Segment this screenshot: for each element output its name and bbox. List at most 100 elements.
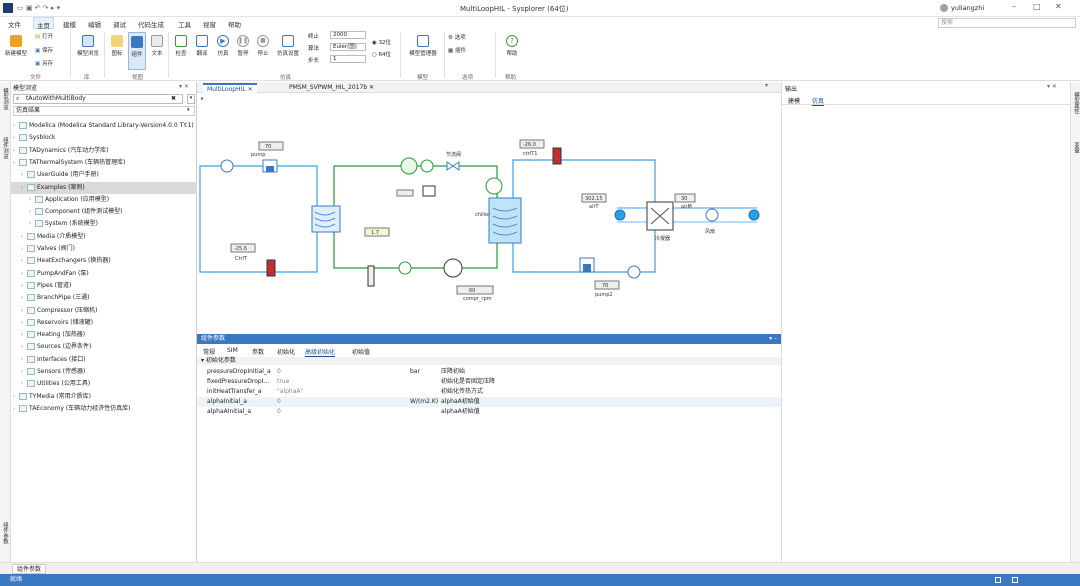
tree-item[interactable]: › BranchPipe (三通)	[11, 292, 197, 304]
tree-item[interactable]: › Compressor (压缩机)	[11, 305, 197, 317]
tree-item[interactable]: › TAEconomy (车辆动力经济性仿真库)	[11, 403, 197, 415]
model-manager-button[interactable]: 模型管理器	[405, 35, 441, 57]
param-value[interactable]: 0	[277, 397, 281, 407]
param-value[interactable]: 0	[277, 407, 281, 417]
param-row[interactable]: alphaAInitial_a 0 alphaA初始值	[197, 407, 781, 417]
tree-item[interactable]: › System (系统模型)	[11, 218, 197, 230]
maximize-button[interactable]: □	[1033, 2, 1041, 11]
menu-home[interactable]: 主页	[33, 17, 54, 30]
open-button[interactable]: ▤ 打开	[35, 32, 61, 40]
options-button[interactable]: ⚙ 选项	[448, 33, 490, 41]
close-button[interactable]: ✕	[1055, 2, 1062, 11]
translate-button[interactable]: 翻译	[193, 35, 211, 57]
model-browse-button[interactable]: 模型浏览	[75, 35, 101, 57]
menu-file[interactable]: 文件	[8, 19, 21, 29]
help-button[interactable]: ? 帮助	[502, 35, 522, 57]
tree-item[interactable]: › Sysblock	[11, 132, 197, 144]
menu-edit[interactable]: 编辑	[88, 19, 101, 29]
simulate-button[interactable]: ▶ 仿真	[214, 35, 232, 57]
sim-settings-button[interactable]: 仿真设置	[274, 35, 302, 57]
tab-initial-values[interactable]: 初始值	[352, 347, 370, 356]
step-input[interactable]: 1	[330, 55, 366, 63]
menu-debug[interactable]: 调试	[113, 19, 126, 29]
check-button[interactable]: 检查	[172, 35, 190, 57]
stop-time-input[interactable]: 2000	[330, 31, 366, 39]
menu-modeling[interactable]: 建模	[63, 19, 76, 29]
radio-64bit[interactable]: ○ 64位	[372, 50, 391, 58]
tree-item[interactable]: › Modelica (Modelica Standard Library-Ver…	[11, 120, 197, 132]
param-row[interactable]: fixedPressureDropI... true 初始化是否固定压降	[197, 377, 781, 387]
param-row[interactable]: initHeatTransfer_a "alphaA" 初始化传热方式	[197, 387, 781, 397]
menu-window[interactable]: 视窗	[203, 19, 216, 29]
tree-item[interactable]: › Utilities (公用工具)	[11, 378, 197, 390]
tree-item[interactable]: › Heating (加热器)	[11, 329, 197, 341]
tab-component-params-bottom[interactable]: 组件参数	[12, 564, 47, 574]
radio-32bit[interactable]: ◉ 32位	[372, 38, 391, 46]
tab-component-params[interactable]: 组件参数	[1, 522, 9, 544]
tree-item[interactable]: › TYMedia (常用介质库)	[11, 391, 197, 403]
tree-item[interactable]: › HeatExchangers (换热器)	[11, 255, 197, 267]
icon-view-button[interactable]: 图标	[108, 35, 126, 57]
tab-pmsm[interactable]: PMSM_SVPWM_HIL_2017b ✕	[285, 83, 378, 93]
menu-tools[interactable]: 工具	[178, 19, 191, 29]
tab-variables[interactable]: 变量	[1072, 142, 1080, 153]
status-icon-2[interactable]	[1012, 577, 1018, 583]
tab-sim[interactable]: SIM	[227, 347, 238, 354]
tree-item[interactable]: › TAThermalSystem (车辆热管理库)	[11, 157, 197, 169]
save-as-button[interactable]: ▣ 另存	[35, 59, 61, 67]
tree-item[interactable]: › Valves (阀门)	[11, 243, 197, 255]
quick-access-toolbar[interactable]: ▭ ▣ ↶ ↷ ▸ ▾	[17, 4, 60, 12]
params-section-header[interactable]: ▾ 初始化参数	[197, 357, 781, 365]
tree-item[interactable]: › Media (介质模型)	[11, 231, 197, 243]
tree-item[interactable]: › Sources (边界条件)	[11, 341, 197, 353]
param-row[interactable]: pressureDropInitial_a 0 bar 压降初始	[197, 367, 781, 377]
tree-item[interactable]: › TADynamics (汽车动力学库)	[11, 145, 197, 157]
new-model-button[interactable]: 新建模型	[4, 35, 28, 57]
pause-button[interactable]: ❚❚ 暂停	[234, 35, 252, 57]
text-view-button[interactable]: 文本	[148, 35, 166, 57]
param-value[interactable]: 0	[277, 367, 281, 377]
clear-search-icon[interactable]: ✖	[171, 95, 176, 102]
tab-parameters[interactable]: 参数	[252, 347, 264, 356]
menu-codegen[interactable]: 代码生成	[138, 19, 164, 29]
component-view-button[interactable]: 组件	[128, 32, 146, 70]
user-avatar[interactable]	[940, 4, 948, 12]
tab-model-properties[interactable]: 模型属性	[1072, 92, 1080, 114]
tree-item[interactable]: › Application (应用模型)	[11, 194, 197, 206]
tree-search-input[interactable]: tAutoWithMultiBody	[13, 94, 183, 104]
status-icon-1[interactable]	[995, 577, 1001, 583]
menu-help[interactable]: 帮助	[228, 19, 241, 29]
tree-item[interactable]: › Reservoirs (储液罐)	[11, 317, 197, 329]
search-input[interactable]: 搜索	[938, 18, 1076, 28]
save-button[interactable]: ▣ 保存	[35, 46, 61, 54]
stop-button[interactable]: ■ 停止	[254, 35, 272, 57]
sim-result-dropdown[interactable]: 仿真结果	[13, 106, 195, 116]
tree-item[interactable]: › Interfaces (接口)	[11, 354, 197, 366]
tree-item[interactable]: › UserGuide (用户手册)	[11, 169, 197, 181]
tab-model-browser[interactable]: 模型浏览	[1, 88, 9, 110]
tab-general[interactable]: 常规	[203, 347, 215, 356]
chevron-down-icon[interactable]: ▾	[187, 107, 190, 113]
props-header-controls[interactable]: ▾ –	[769, 334, 777, 344]
tree-item[interactable]: › Component (组件测试模型)	[11, 206, 197, 218]
plugins-button[interactable]: ▦ 插件	[448, 46, 490, 54]
tab-component-browser[interactable]: 组件浏览	[1, 137, 9, 159]
param-value[interactable]: true	[277, 377, 289, 387]
tree-item[interactable]: › Pipes (管道)	[11, 280, 197, 292]
tabs-dropdown-icon[interactable]: ▾	[765, 82, 768, 89]
diagram-canvas[interactable]: 70 pump -25.6 CtrlT 节流阀 1.7 60 compr_rpm…	[197, 98, 781, 334]
tree-item[interactable]: › PumpAndFan (泵)	[11, 268, 197, 280]
tree-item[interactable]: › Examples (案例)	[11, 181, 197, 194]
user-name[interactable]: yuliangzhi	[951, 4, 984, 12]
output-header-controls[interactable]: ▾ ✕	[1047, 83, 1057, 90]
param-row[interactable]: alphaInitial_a 0 W/(m2.K) alphaA初始值	[197, 397, 781, 407]
tab-init[interactable]: 初始化	[277, 347, 295, 356]
minimize-button[interactable]: –	[1012, 2, 1016, 11]
search-dropdown-icon[interactable]: ▾	[187, 94, 195, 104]
tab-multiloophil[interactable]: MultiLoopHIL ✕	[203, 83, 257, 93]
tab-modeling-output[interactable]: 建模	[788, 96, 800, 105]
param-value[interactable]: "alphaA"	[277, 387, 303, 397]
tree-header-controls[interactable]: ▾ ✕	[179, 83, 189, 90]
algorithm-select[interactable]: Euler(固)	[330, 43, 366, 51]
tree-item[interactable]: › Sensors (传感器)	[11, 366, 197, 378]
